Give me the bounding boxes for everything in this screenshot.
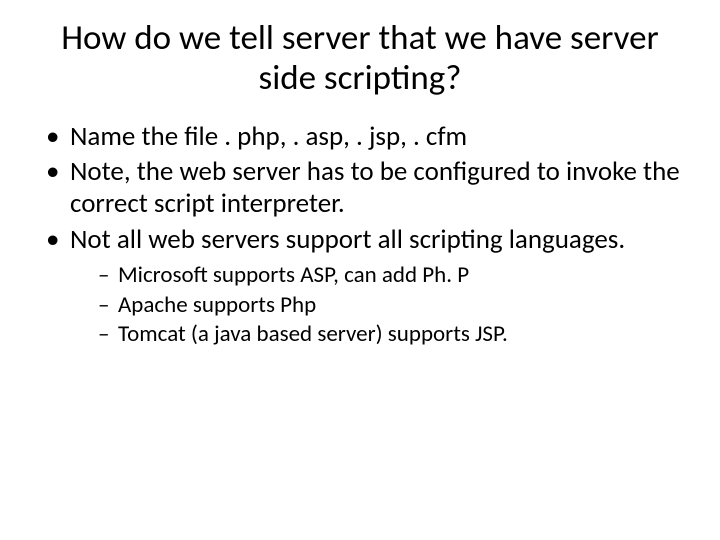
list-item: Apache supports Php xyxy=(98,292,680,320)
list-item: Tomcat (a java based server) supports JS… xyxy=(98,321,680,349)
sub-bullet-list: Microsoft supports ASP, can add Ph. P Ap… xyxy=(70,262,680,349)
slide: How do we tell server that we have serve… xyxy=(0,0,720,540)
list-item: Name the file . php, . asp, . jsp, . cfm xyxy=(46,121,680,153)
list-item-text: Apache supports Php xyxy=(118,291,316,319)
list-item-text: Name the file . php, . asp, . jsp, . cfm xyxy=(70,120,467,153)
list-item-text: Microsoft supports ASP, can add Ph. P xyxy=(118,261,469,289)
list-item-text: Not all web servers support all scriptin… xyxy=(70,223,625,256)
list-item: Microsoft supports ASP, can add Ph. P xyxy=(98,262,680,290)
list-item-text: Note, the web server has to be configure… xyxy=(70,155,680,220)
slide-title: How do we tell server that we have serve… xyxy=(40,18,680,99)
list-item: Not all web servers support all scriptin… xyxy=(46,224,680,349)
bullet-list: Name the file . php, . asp, . jsp, . cfm… xyxy=(40,121,680,349)
list-item-text: Tomcat (a java based server) supports JS… xyxy=(118,320,508,348)
list-item: Note, the web server has to be configure… xyxy=(46,156,680,220)
